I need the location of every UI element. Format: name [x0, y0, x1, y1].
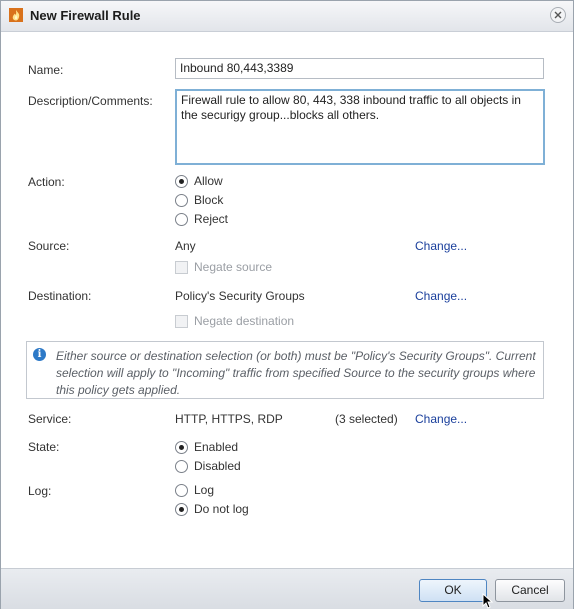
radio-button[interactable] — [175, 460, 188, 473]
negate-source-label: Negate source — [194, 260, 273, 274]
radio-button[interactable] — [175, 441, 188, 454]
log-label: Log: — [28, 484, 52, 498]
radio-label: Do not log — [194, 502, 249, 516]
radio-label: Reject — [194, 212, 229, 226]
mouse-cursor-icon — [482, 593, 494, 609]
radio-button[interactable] — [175, 194, 188, 207]
info-message-text: Either source or destination selection (… — [56, 349, 536, 397]
close-button[interactable] — [550, 7, 566, 23]
name-label: Name: — [28, 63, 64, 77]
ok-button[interactable]: OK — [419, 579, 487, 602]
destination-label: Destination: — [28, 289, 92, 303]
service-change-link[interactable]: Change... — [415, 412, 467, 426]
close-icon — [554, 11, 562, 19]
state-label: State: — [28, 440, 60, 454]
radio-label: Disabled — [194, 459, 241, 473]
radio-button[interactable] — [175, 213, 188, 226]
firewall-icon — [9, 8, 23, 22]
info-icon: i — [33, 348, 46, 361]
cancel-button[interactable]: Cancel — [495, 579, 565, 602]
radio-button[interactable] — [175, 175, 188, 188]
destination-change-link[interactable]: Change... — [415, 289, 467, 303]
radio-label: Block — [194, 193, 224, 207]
source-label: Source: — [28, 239, 70, 253]
negate-destination-checkbox[interactable] — [175, 315, 188, 328]
new-firewall-rule-dialog: New Firewall Rule Name: Inbound 80,443,3… — [0, 0, 574, 609]
service-count: (3 selected) — [335, 412, 398, 426]
description-textarea[interactable]: Firewall rule to allow 80, 443, 338 inbo… — [175, 89, 545, 165]
source-value: Any — [175, 239, 196, 253]
radio-label: Allow — [194, 174, 223, 188]
negate-source-checkbox[interactable] — [175, 261, 188, 274]
service-value: HTTP, HTTPS, RDP — [175, 412, 283, 426]
description-label: Description/Comments: — [28, 94, 153, 108]
radio-label: Enabled — [194, 440, 239, 454]
negate-destination-label: Negate destination — [194, 314, 295, 328]
name-input[interactable]: Inbound 80,443,3389 — [175, 58, 544, 79]
info-message-box: i Either source or destination selection… — [26, 341, 544, 399]
action-label: Action: — [28, 175, 65, 189]
destination-value: Policy's Security Groups — [175, 289, 305, 303]
source-change-link[interactable]: Change... — [415, 239, 467, 253]
dialog-title: New Firewall Rule — [30, 8, 141, 23]
service-label: Service: — [28, 412, 72, 426]
radio-label: Log — [194, 483, 215, 497]
dialog-titlebar: New Firewall Rule — [1, 1, 573, 32]
radio-button[interactable] — [175, 503, 188, 516]
radio-button[interactable] — [175, 484, 188, 497]
